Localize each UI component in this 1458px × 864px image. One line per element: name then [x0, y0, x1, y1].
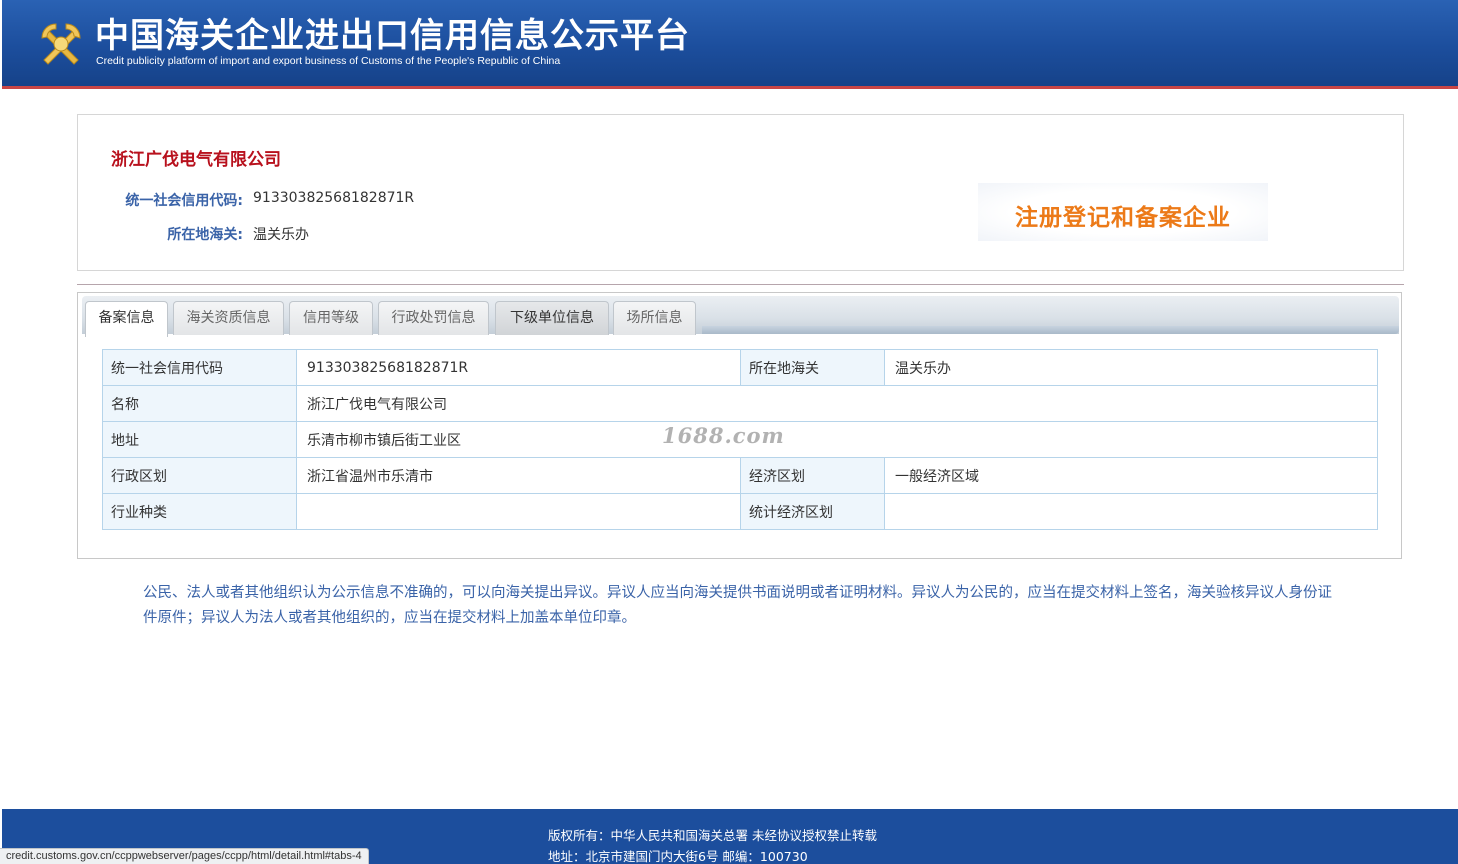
registration-badge: 注册登记和备案企业 [978, 183, 1268, 241]
customs-emblem-icon [41, 23, 81, 65]
customs-value: 温关乐办 [253, 227, 309, 243]
tab-customs-qualification[interactable]: 海关资质信息 [173, 301, 284, 335]
tab-credit-rating[interactable]: 信用等级 [289, 301, 373, 335]
customs-row: 所在地海关: 温关乐办 [78, 224, 678, 244]
company-summary-card: 浙江广伐电气有限公司 统一社会信用代码: 91330382568182871R … [77, 114, 1404, 271]
registration-badge-text: 注册登记和备案企业 [1015, 205, 1231, 231]
status-bar-url: credit.customs.gov.cn/ccppwebserver/page… [0, 848, 369, 864]
table-row: 行业种类 统计经济区划 [102, 493, 1378, 530]
credit-code-value: 91330382568182871R [253, 190, 415, 206]
econ-region-header: 经济区划 [740, 457, 885, 494]
address-cell: 乐清市柳市镇后街工业区 [296, 421, 1378, 458]
stat-region-cell [884, 493, 1378, 530]
footer-copyright: 版权所有：中华人民共和国海关总署 未经协议授权禁止转载 [548, 828, 877, 843]
objection-notice: 公民、法人或者其他组织认为公示信息不准确的，可以向海关提出异议。异议人应当向海关… [143, 585, 1332, 626]
tab-filing-info[interactable]: 备案信息 [85, 301, 168, 337]
tab-administrative-penalty[interactable]: 行政处罚信息 [378, 301, 489, 335]
econ-region-cell: 一般经济区域 [884, 457, 1378, 494]
admin-region-cell: 浙江省温州市乐清市 [296, 457, 741, 494]
tab-premises-info[interactable]: 场所信息 [613, 301, 696, 335]
site-subtitle: Credit publicity platform of import and … [96, 55, 561, 67]
footer-address: 地址：北京市建国门内大街6号 邮编：100730 [548, 849, 808, 864]
credit-code-row: 统一社会信用代码: 91330382568182871R [78, 190, 678, 210]
site-header: 中国海关企业进出口信用信息公示平台 Credit publicity platf… [2, 0, 1458, 86]
tab-subordinate-units[interactable]: 下级单位信息 [495, 301, 609, 335]
credit-code-label: 统一社会信用代码: [125, 193, 243, 209]
company-name: 浙江广伐电气有限公司 [111, 150, 281, 170]
customs-label: 所在地海关: [167, 227, 243, 243]
address-header: 地址 [102, 421, 297, 458]
industry-header: 行业种类 [102, 493, 297, 530]
name-header: 名称 [102, 385, 297, 422]
header-accent-line [2, 86, 1458, 89]
name-cell: 浙江广伐电气有限公司 [296, 385, 1378, 422]
customs-cell: 温关乐办 [884, 349, 1378, 386]
table-row: 行政区划 浙江省温州市乐清市 经济区划 一般经济区域 [102, 457, 1378, 494]
table-row: 统一社会信用代码 91330382568182871R 所在地海关 温关乐办 [102, 349, 1378, 386]
table-row: 名称 浙江广伐电气有限公司 [102, 385, 1378, 422]
customs-header: 所在地海关 [740, 349, 885, 386]
credit-code-cell: 91330382568182871R [296, 349, 741, 386]
stat-region-header: 统计经济区划 [740, 493, 885, 530]
tab-bar: 备案信息 海关资质信息 信用等级 行政处罚信息 下级单位信息 场所信息 [82, 296, 1399, 337]
section-divider [77, 284, 1404, 285]
admin-region-header: 行政区划 [102, 457, 297, 494]
credit-code-header: 统一社会信用代码 [102, 349, 297, 386]
site-title: 中国海关企业进出口信用信息公示平台 [95, 16, 690, 56]
watermark: 1688.com [662, 423, 785, 448]
industry-cell [296, 493, 741, 530]
